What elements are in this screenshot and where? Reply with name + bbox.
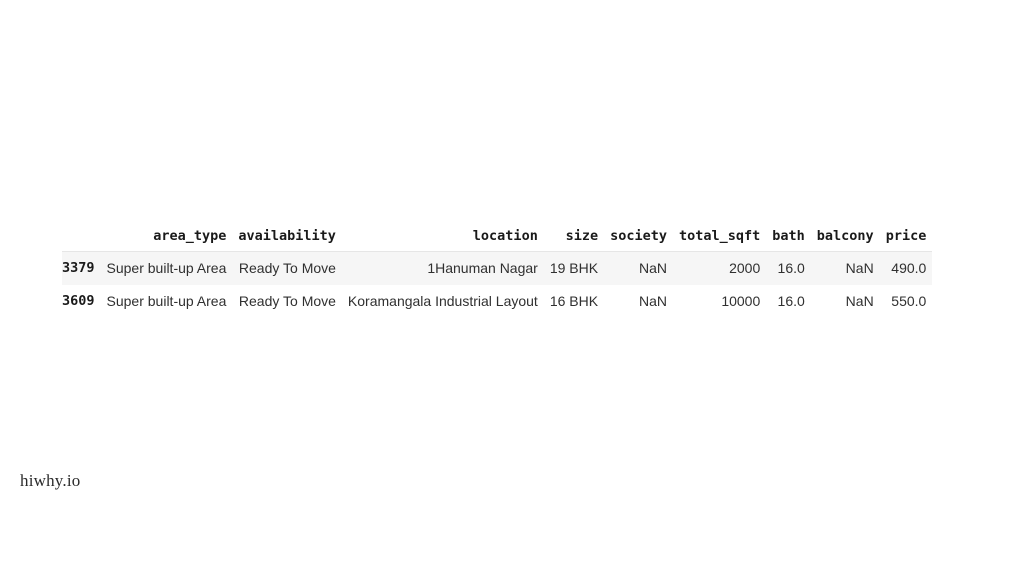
- cell-total-sqft: 2000: [729, 260, 761, 276]
- column-header-availability: availability: [238, 228, 336, 244]
- table-header-row: area_type availability location size soc…: [62, 228, 933, 252]
- cell-size: 19 BHK: [549, 260, 599, 276]
- column-header-total-sqft: total_sqft: [678, 228, 761, 244]
- table-header: area_type availability location size soc…: [62, 228, 933, 252]
- dataframe-output: area_type availability location size soc…: [62, 228, 933, 318]
- dataframe-table: area_type availability location size soc…: [62, 228, 933, 318]
- cell-balcony: NaN: [845, 260, 874, 276]
- column-header-bath: bath: [772, 228, 805, 244]
- column-header-area-type: area_type: [153, 228, 227, 244]
- table-row: 3379 Super built-up Area Ready To Move 1…: [62, 251, 933, 285]
- cell-bath: 16.0: [777, 260, 805, 276]
- cell-availability: Ready To Move: [238, 260, 336, 276]
- cell-location: Koramangala Industrial Layout: [347, 292, 538, 309]
- cell-total-sqft: 10000: [721, 292, 761, 309]
- cell-price: 550.0: [891, 292, 927, 309]
- cell-area-type: Super built-up Area: [106, 292, 227, 309]
- row-index-label: 3379: [62, 260, 95, 277]
- cell-availability: Ready To Move: [238, 292, 336, 309]
- column-header-society: society: [610, 228, 667, 244]
- table-body: 3379 Super built-up Area Ready To Move 1…: [62, 251, 933, 318]
- cell-society: NaN: [638, 260, 667, 276]
- watermark: hiwhy.io: [20, 471, 81, 490]
- row-index-label: 3609: [62, 293, 95, 310]
- cell-balcony: NaN: [845, 292, 874, 309]
- column-header-location: location: [472, 228, 538, 244]
- column-header-price: price: [885, 228, 927, 244]
- cell-bath: 16.0: [777, 292, 805, 309]
- column-header-balcony: balcony: [816, 228, 874, 244]
- cell-location: 1Hanuman Nagar: [427, 260, 538, 276]
- table-row: 3609 Super built-up Area Ready To Move K…: [62, 284, 933, 318]
- column-header-size: size: [565, 228, 599, 244]
- cell-area-type: Super built-up Area: [106, 260, 227, 276]
- cell-society: NaN: [638, 292, 667, 309]
- cell-size: 16 BHK: [549, 292, 599, 309]
- cell-price: 490.0: [891, 260, 927, 276]
- column-header-index: [62, 228, 101, 252]
